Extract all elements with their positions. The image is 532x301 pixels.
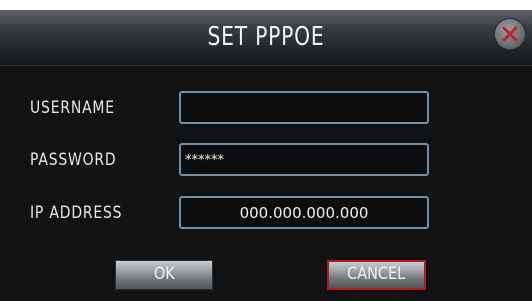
cancel-button[interactable]: CANCEL (327, 260, 426, 290)
username-label: USERNAME (30, 98, 115, 118)
ip-address-field[interactable] (179, 196, 429, 229)
password-field[interactable] (179, 143, 429, 176)
title-bar: SET PPPOE (0, 10, 532, 66)
ip-address-label: IP ADDRESS (30, 203, 123, 223)
close-button[interactable] (494, 18, 526, 50)
password-row: PASSWORD (0, 138, 532, 182)
close-icon (502, 26, 518, 42)
password-label: PASSWORD (30, 150, 117, 170)
pppoe-dialog: SET PPPOE USERNAME PASSWORD IP ADDRESS O… (0, 10, 532, 301)
ok-button[interactable]: OK (115, 260, 213, 290)
username-row: USERNAME (0, 86, 532, 130)
ip-address-row: IP ADDRESS (0, 191, 532, 235)
ok-button-label: OK (153, 264, 175, 284)
username-field[interactable] (179, 91, 429, 124)
cancel-button-label: CANCEL (347, 264, 406, 284)
dialog-title: SET PPPOE (207, 22, 325, 52)
